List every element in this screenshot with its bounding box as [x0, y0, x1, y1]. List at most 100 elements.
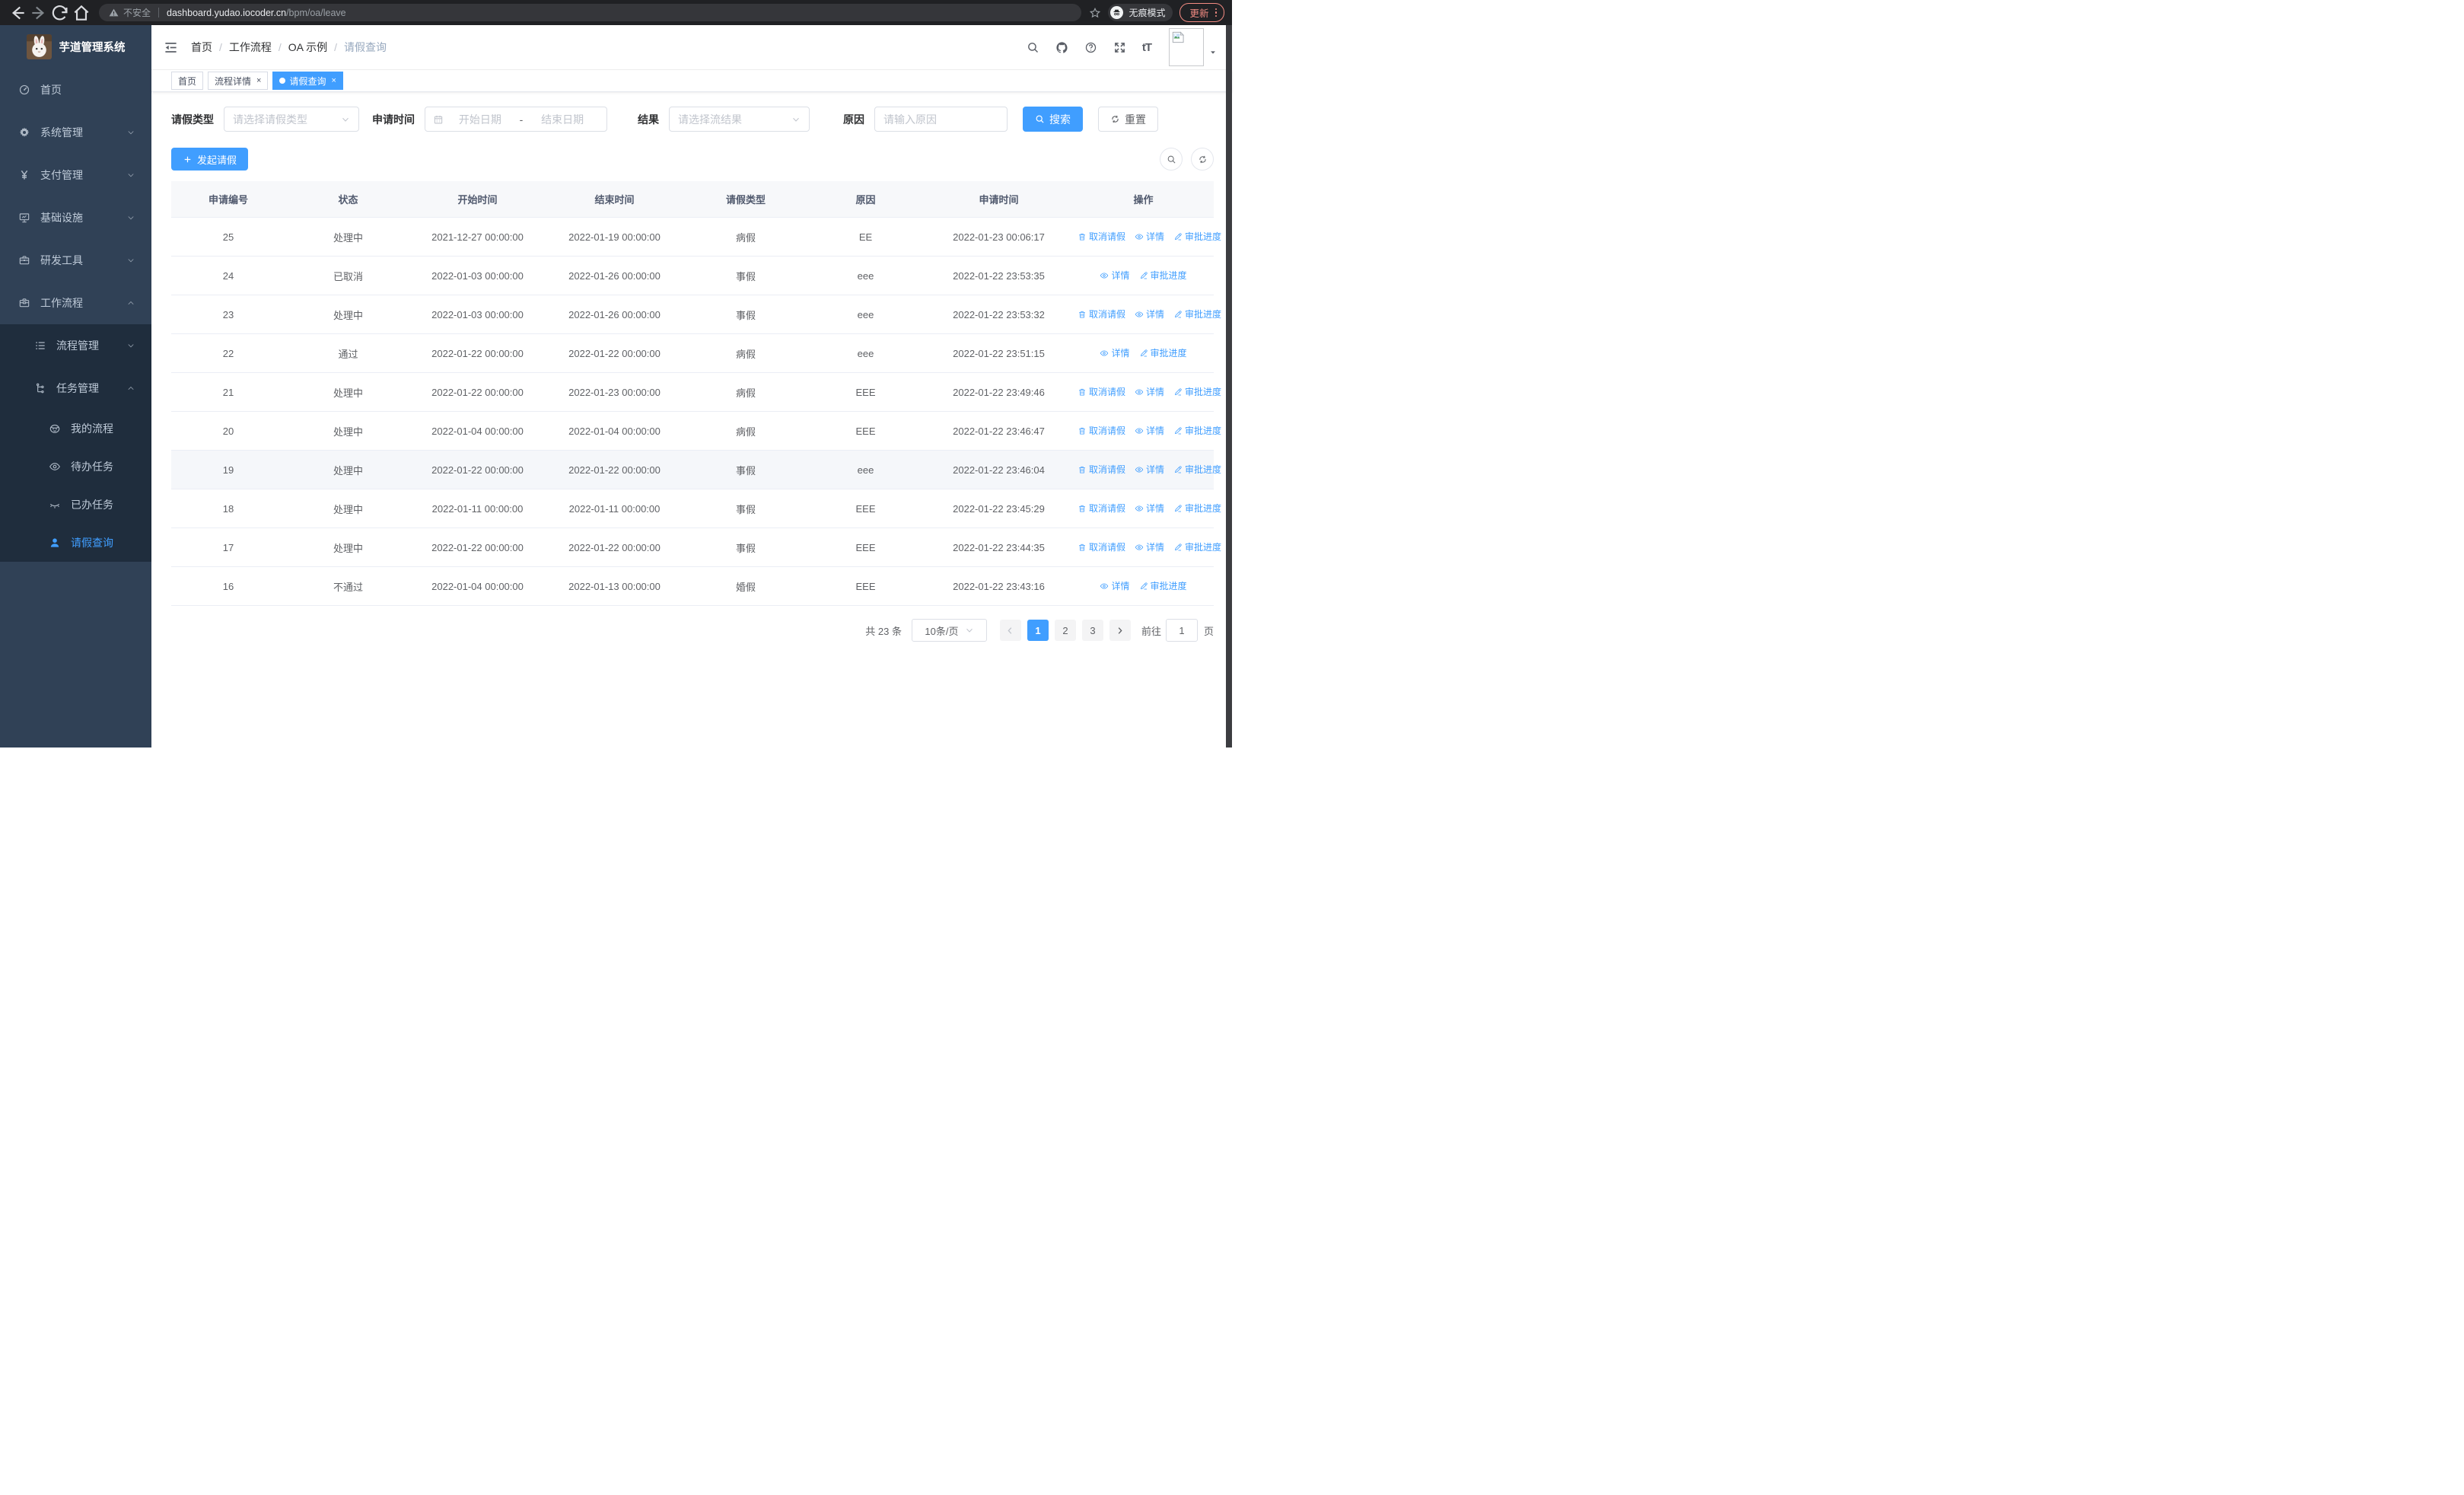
monitor-icon: [18, 212, 30, 224]
sidebar-item-my-process[interactable]: 我的流程: [0, 410, 151, 448]
sidebar-item-dev-tools[interactable]: 研发工具: [0, 239, 151, 282]
page-button-2[interactable]: 2: [1054, 620, 1076, 641]
approval-progress-link-label: 审批进度: [1185, 464, 1222, 476]
cell-id: 17: [171, 528, 285, 567]
detail-link[interactable]: 详情: [1135, 385, 1164, 398]
user-avatar-menu[interactable]: [1169, 28, 1217, 66]
breadcrumb-item-workflow[interactable]: 工作流程: [229, 40, 272, 55]
cancel-leave-link[interactable]: 取消请假: [1078, 540, 1125, 553]
approval-progress-link[interactable]: 审批进度: [1173, 540, 1221, 553]
cell-reason: eee: [807, 256, 925, 295]
close-icon[interactable]: ×: [256, 76, 261, 85]
reason-input[interactable]: 请输入原因: [874, 107, 1008, 132]
breadcrumb-item-oa-demo[interactable]: OA 示例: [288, 40, 327, 55]
create-leave-button[interactable]: 发起请假: [171, 148, 249, 171]
fullscreen-icon[interactable]: [1113, 41, 1126, 54]
tag-home[interactable]: 首页: [171, 72, 204, 90]
help-icon[interactable]: [1084, 41, 1097, 54]
apply-time-range-input[interactable]: 开始日期 - 结束日期: [425, 107, 607, 132]
forward-icon[interactable]: [29, 3, 49, 23]
breadcrumb-item-home[interactable]: 首页: [191, 40, 212, 55]
detail-link[interactable]: 详情: [1100, 579, 1130, 592]
sidebar-item-done-tasks[interactable]: 已办任务: [0, 486, 151, 524]
eye-closed-icon: [49, 499, 61, 511]
cell-end-time: 2022-01-26 00:00:00: [544, 295, 685, 334]
cell-reason: EE: [807, 217, 925, 257]
approval-progress-link[interactable]: 审批进度: [1173, 424, 1221, 437]
address-bar[interactable]: 不安全 dashboard.yudao.iocoder.cn/bpm/oa/le…: [99, 4, 1082, 21]
sidebar-item-todo-tasks[interactable]: 待办任务: [0, 448, 151, 486]
home-icon[interactable]: [72, 3, 91, 23]
page-button-1[interactable]: 1: [1027, 620, 1049, 641]
detail-link[interactable]: 详情: [1135, 230, 1164, 243]
detail-link[interactable]: 详情: [1135, 424, 1164, 437]
bookmark-star-icon[interactable]: [1089, 7, 1101, 19]
cell-id: 24: [171, 256, 285, 295]
cell-end-time: 2022-01-13 00:00:00: [544, 566, 685, 606]
cell-reason: EEE: [807, 411, 925, 451]
approval-progress-link[interactable]: 审批进度: [1173, 385, 1221, 398]
sidebar-item-system[interactable]: 系统管理: [0, 111, 151, 154]
detail-link[interactable]: 详情: [1135, 308, 1164, 320]
view-icon: [1135, 504, 1144, 513]
reset-button[interactable]: 重置: [1098, 107, 1158, 132]
detail-link[interactable]: 详情: [1100, 269, 1130, 282]
page-button-3[interactable]: 3: [1081, 620, 1103, 641]
sidebar-item-home[interactable]: 首页: [0, 69, 151, 111]
refresh-table-icon[interactable]: [1191, 148, 1214, 171]
sidebar-item-infrastructure[interactable]: 基础设施: [0, 196, 151, 239]
sidebar-item-payment[interactable]: 支付管理: [0, 154, 151, 196]
sidebar-item-leave-query[interactable]: 请假查询: [0, 524, 151, 562]
goto-page-input[interactable]: 1: [1165, 619, 1198, 642]
tag-leave-query[interactable]: 请假查询 ×: [272, 72, 343, 90]
approval-progress-link[interactable]: 审批进度: [1173, 230, 1221, 243]
page-size-select[interactable]: 10条/页: [911, 619, 987, 642]
font-size-icon[interactable]: tT: [1142, 41, 1152, 54]
cancel-leave-link[interactable]: 取消请假: [1078, 463, 1125, 476]
cancel-leave-link[interactable]: 取消请假: [1078, 230, 1125, 243]
header-search-icon[interactable]: [1027, 41, 1039, 54]
sidebar-item-task-mgmt[interactable]: 任务管理: [0, 367, 151, 410]
detail-link[interactable]: 详情: [1100, 346, 1130, 359]
cancel-leave-link[interactable]: 取消请假: [1078, 502, 1125, 515]
tag-process-detail[interactable]: 流程详情 ×: [208, 72, 269, 90]
detail-link-label: 详情: [1146, 387, 1165, 398]
sidebar-item-process-mgmt[interactable]: 流程管理: [0, 324, 151, 367]
search-icon: [1035, 114, 1045, 124]
tag-label: 首页: [178, 75, 197, 87]
cancel-leave-link[interactable]: 取消请假: [1078, 385, 1125, 398]
detail-link[interactable]: 详情: [1135, 463, 1164, 476]
cell-end-time: 2022-01-23 00:00:00: [544, 372, 685, 412]
app-logo-row[interactable]: 芋道管理系统: [0, 25, 151, 69]
cancel-leave-link[interactable]: 取消请假: [1078, 424, 1125, 437]
cancel-leave-link-label: 取消请假: [1089, 503, 1126, 515]
result-select[interactable]: 请选择流结果: [669, 107, 810, 132]
approval-progress-link[interactable]: 审批进度: [1173, 463, 1221, 476]
avatar: [1169, 28, 1204, 66]
detail-link[interactable]: 详情: [1135, 540, 1164, 553]
reload-icon[interactable]: [50, 3, 70, 23]
close-icon[interactable]: ×: [331, 76, 336, 85]
page-scrollbar[interactable]: [1226, 25, 1232, 748]
next-page-icon[interactable]: [1109, 620, 1131, 641]
face-icon: [49, 422, 61, 435]
show-search-toggle-icon[interactable]: [1160, 148, 1183, 171]
view-icon: [1135, 232, 1144, 241]
approval-progress-link[interactable]: 审批进度: [1139, 269, 1187, 282]
approval-progress-link[interactable]: 审批进度: [1173, 308, 1221, 320]
browser-menu-icon[interactable]: [1214, 8, 1217, 18]
leave-type-select[interactable]: 请选择请假类型: [224, 107, 359, 132]
back-icon[interactable]: [8, 3, 27, 23]
prev-page-icon[interactable]: [999, 620, 1021, 641]
approval-progress-link[interactable]: 审批进度: [1139, 346, 1187, 359]
github-icon[interactable]: [1055, 41, 1068, 54]
approval-progress-link[interactable]: 审批进度: [1139, 579, 1187, 592]
search-button[interactable]: 搜索: [1023, 107, 1083, 132]
detail-link[interactable]: 详情: [1135, 502, 1164, 515]
sidebar-item-workflow[interactable]: 工作流程: [0, 282, 151, 324]
update-button[interactable]: 更新: [1179, 3, 1224, 22]
cell-reason: eee: [807, 333, 925, 373]
sidebar-fold-icon[interactable]: [164, 40, 178, 55]
approval-progress-link[interactable]: 审批进度: [1173, 502, 1221, 515]
cancel-leave-link[interactable]: 取消请假: [1078, 308, 1125, 320]
